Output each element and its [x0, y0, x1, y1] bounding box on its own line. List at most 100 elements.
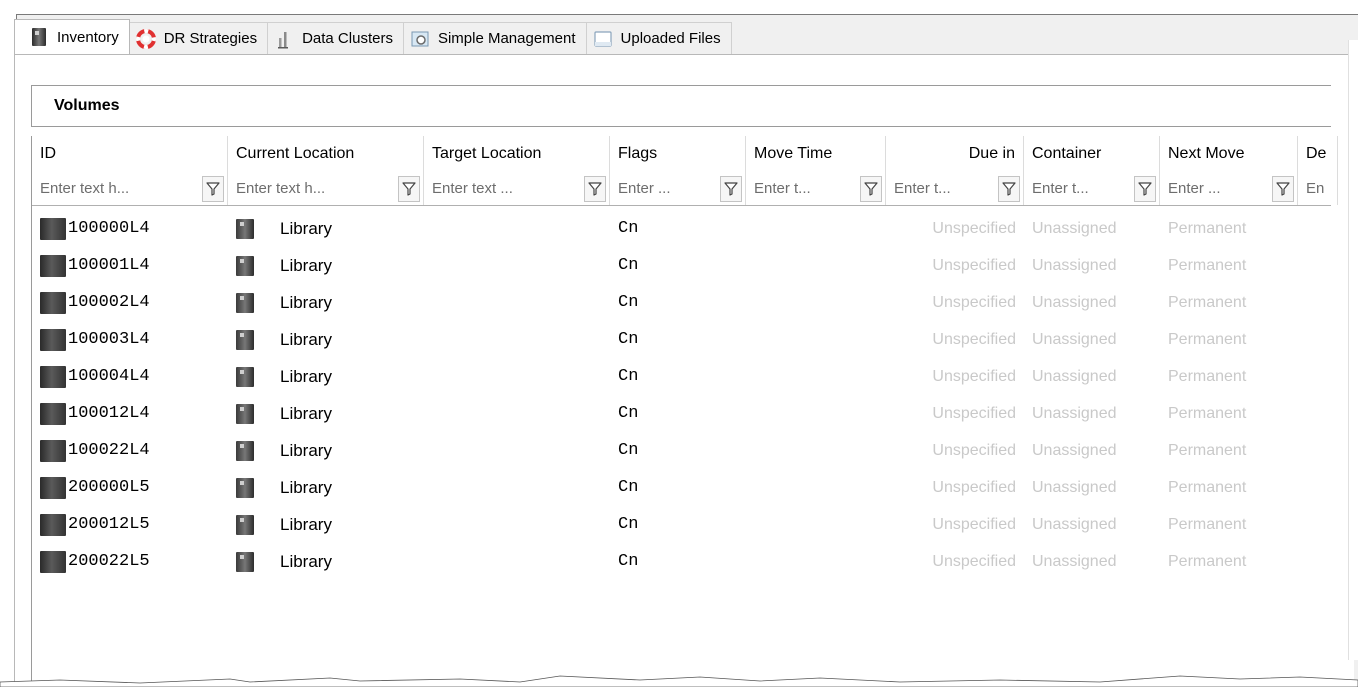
cell-text: Unspecified [932, 478, 1016, 496]
cell-next-move: Permanent [1160, 210, 1298, 247]
tab-dr-strategies[interactable]: DR Strategies [128, 22, 269, 54]
filter-funnel-icon[interactable] [1272, 175, 1294, 202]
column-header[interactable]: De [1298, 136, 1338, 172]
cell-id: 100004L4 [32, 358, 228, 395]
column-header[interactable]: Container [1024, 136, 1160, 172]
cell-text: Unassigned [1032, 404, 1117, 422]
cell-id: 100002L4 [32, 284, 228, 321]
column-filter-input[interactable] [1160, 173, 1272, 204]
cell-due-in: Unspecified [886, 395, 1024, 432]
column-header[interactable]: Next Move [1160, 136, 1298, 172]
column-filter-input[interactable] [32, 173, 202, 204]
cell-text: Unspecified [932, 256, 1016, 274]
filter-funnel-icon[interactable] [998, 175, 1020, 202]
table-row[interactable]: 100003L4 Library Cn Unspecified Unassigned Pe… [32, 321, 1331, 358]
cell-container: Unassigned [1024, 284, 1160, 321]
cell-text: Unspecified [932, 330, 1016, 348]
cell-next-move: Permanent [1160, 469, 1298, 506]
cell-text: Permanent [1168, 219, 1247, 237]
cell-current-location: Library [228, 321, 424, 358]
filter-funnel-icon[interactable] [202, 175, 224, 202]
cell-text: Library [280, 329, 332, 349]
column-header[interactable]: Due in [886, 136, 1024, 172]
cell-move-time [746, 210, 886, 247]
cell-container: Unassigned [1024, 395, 1160, 432]
column-filter-input[interactable] [424, 173, 584, 204]
cell-next-move: Permanent [1160, 506, 1298, 543]
cell-text: Unassigned [1032, 515, 1117, 533]
filter-cell [1160, 172, 1298, 205]
cell-text: Permanent [1168, 404, 1247, 422]
column-filter-input[interactable] [228, 173, 398, 204]
cell-target-location [424, 506, 610, 543]
library-icon [236, 218, 254, 239]
cell-id: 100000L4 [32, 210, 228, 247]
table-row[interactable]: 100001L4 Library Cn Unspecified Unassigned Pe… [32, 247, 1331, 284]
cell-target-location [424, 543, 610, 580]
tab-inventory[interactable]: Inventory [14, 19, 130, 54]
cell-id: 200012L5 [32, 506, 228, 543]
cell-text: Library [280, 440, 332, 460]
cell-flags: Cn [610, 321, 746, 358]
table-row[interactable]: 100000L4 Library Cn Unspecified Unassigned Pe… [32, 210, 1331, 247]
table-row[interactable]: 200012L5 Library Cn Unspecified Unassigned Pe… [32, 506, 1331, 543]
column-filter-input[interactable] [1298, 173, 1337, 204]
tab-strip: Inventory DR Strategies Data Clusters Si… [14, 19, 732, 54]
cell-target-location [424, 395, 610, 432]
tab-simple-management[interactable]: Simple Management [402, 22, 587, 54]
table-row[interactable]: 200000L5 Library Cn Unspecified Unassigned Pe… [32, 469, 1331, 506]
filter-cell [610, 172, 746, 205]
cell-due-in: Unspecified [886, 210, 1024, 247]
cell-text: 100003L4 [68, 330, 150, 349]
cell-due-in: Unspecified [886, 543, 1024, 580]
cell-container: Unassigned [1024, 506, 1160, 543]
column-header[interactable]: Target Location [424, 136, 610, 172]
cell-text: Permanent [1168, 367, 1247, 385]
filter-funnel-icon[interactable] [398, 175, 420, 202]
cell-text: Unassigned [1032, 478, 1117, 496]
column-filter-input[interactable] [746, 173, 860, 204]
library-icon [236, 292, 254, 313]
volume-icon [40, 217, 66, 240]
column-filter-input[interactable] [1024, 173, 1134, 204]
library-icon [236, 440, 254, 461]
table-row[interactable]: 100002L4 Library Cn Unspecified Unassigned Pe… [32, 284, 1331, 321]
tab-label: DR Strategies [163, 30, 258, 47]
library-icon [236, 329, 254, 350]
cell-id: 200022L5 [32, 543, 228, 580]
column-header[interactable]: Flags [610, 136, 746, 172]
column-header[interactable]: ID [32, 136, 228, 172]
cell-text: Cn [618, 219, 639, 238]
filter-funnel-icon[interactable] [720, 175, 742, 202]
cell-current-location: Library [228, 358, 424, 395]
filter-funnel-icon[interactable] [1134, 175, 1156, 202]
volume-icon [40, 439, 66, 462]
table-row[interactable]: 100004L4 Library Cn Unspecified Unassigned Pe… [32, 358, 1331, 395]
cell-flags: Cn [610, 543, 746, 580]
cell-flags: Cn [610, 432, 746, 469]
cell-flags: Cn [610, 210, 746, 247]
filter-funnel-icon[interactable] [860, 175, 882, 202]
tab-uploaded-files[interactable]: Uploaded Files [585, 22, 732, 54]
cell-move-time [746, 432, 886, 469]
tab-data-clusters[interactable]: Data Clusters [267, 22, 404, 54]
library-icon [236, 514, 254, 535]
cell-container: Unassigned [1024, 210, 1160, 247]
cell-container: Unassigned [1024, 469, 1160, 506]
cell-move-time [746, 469, 886, 506]
column-header[interactable]: Current Location [228, 136, 424, 172]
cell-next-move: Permanent [1160, 432, 1298, 469]
table-row[interactable]: 100022L4 Library Cn Unspecified Unassigned Pe… [32, 432, 1331, 469]
vertical-scrollbar[interactable] [1348, 40, 1358, 660]
cell-current-location: Library [228, 395, 424, 432]
table-row[interactable]: 100012L4 Library Cn Unspecified Unassigned Pe… [32, 395, 1331, 432]
column-filter-input[interactable] [610, 173, 720, 204]
cell-current-location: Library [228, 210, 424, 247]
column-header[interactable]: Move Time [746, 136, 886, 172]
column-filter-input[interactable] [886, 173, 998, 204]
cell-text: 100001L4 [68, 256, 150, 275]
cell-text: 200012L5 [68, 515, 150, 534]
cell-text: Library [280, 218, 332, 238]
filter-funnel-icon[interactable] [584, 175, 606, 202]
table-row[interactable]: 200022L5 Library Cn Unspecified Unassigned Pe… [32, 543, 1331, 580]
